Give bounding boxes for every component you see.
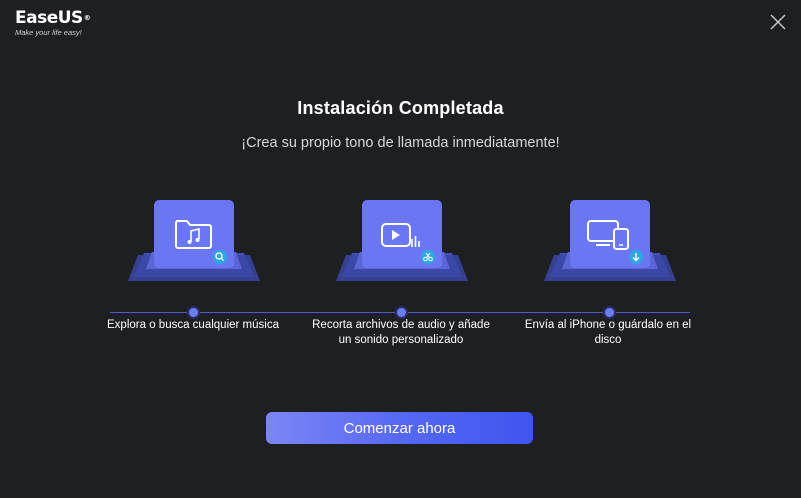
feature-label-1: Explora o busca cualquier música (107, 319, 279, 331)
close-button[interactable] (769, 13, 787, 31)
timeline-dot-2 (397, 308, 406, 317)
search-badge-icon (211, 248, 229, 266)
feature-browse-music (124, 197, 264, 287)
timeline-dot-3 (605, 308, 614, 317)
start-now-button[interactable]: Comenzar ahora (266, 412, 533, 444)
page-title: Instalación Completada (297, 98, 504, 118)
feature-label-3: Envía al iPhone o guárdalo en el disco (524, 319, 692, 346)
feature-label-2: Recorta archivos de audio y añade un son… (312, 319, 490, 346)
registered-mark: ® (83, 14, 91, 22)
close-icon (770, 14, 786, 30)
page-subtitle: ¡Crea su propio tono de llamada inmediat… (241, 135, 560, 151)
brand-tagline: Make your life easy! (15, 28, 82, 37)
brand-name: EaseUS (15, 8, 83, 28)
scissors-badge-icon (419, 248, 437, 266)
timeline-dot-1 (189, 308, 198, 317)
download-badge-icon (627, 248, 645, 266)
easeus-logo: EaseUS® Make your life easy! (15, 8, 91, 37)
feature-trim-audio (332, 197, 472, 287)
feature-send-to-device (540, 197, 680, 287)
